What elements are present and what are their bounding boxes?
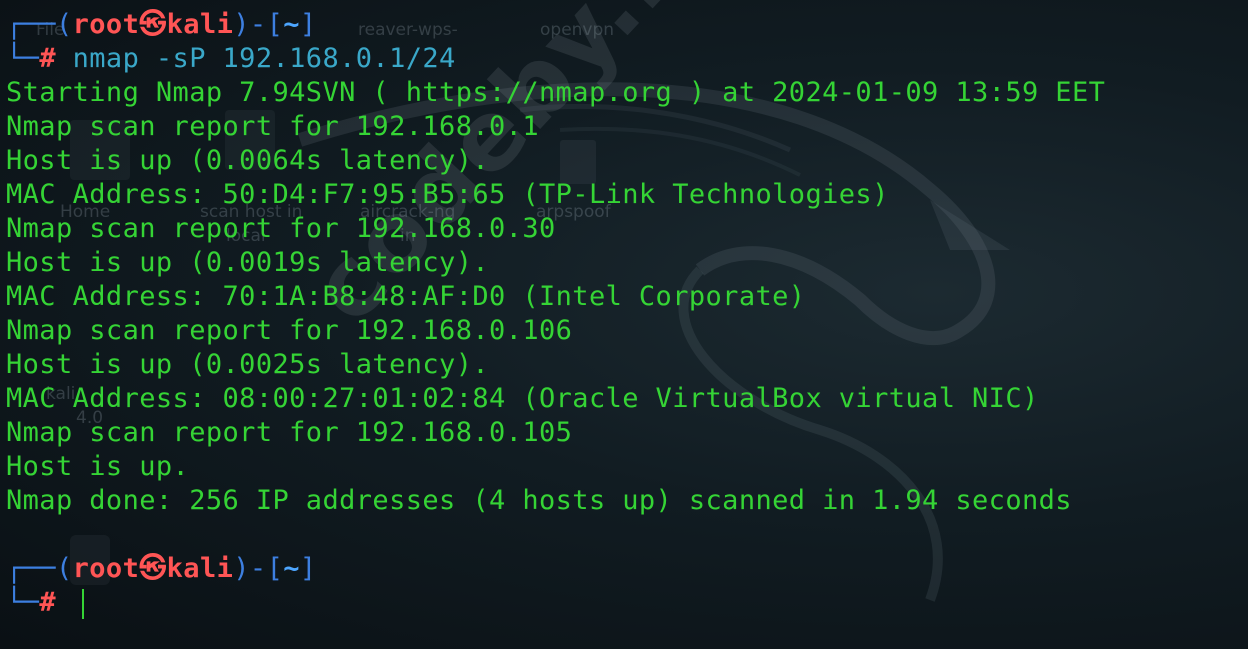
prompt-frame-top: ┌──( — [6, 9, 73, 40]
prompt-frame-end: ] — [299, 553, 317, 584]
prompt-user: root — [72, 553, 140, 584]
prompt-symbol: # — [39, 587, 56, 618]
prompt-frame-mid: )-[ — [233, 553, 284, 584]
prompt-symbol: # — [39, 43, 56, 74]
output-line: MAC Address: 08:00:27:01:02:84 (Oracle V… — [6, 383, 1039, 414]
output-line: Nmap done: 256 IP addresses (4 hosts up)… — [6, 485, 1072, 516]
output-line: Nmap scan report for 192.168.0.30 — [6, 213, 556, 244]
output-line: Host is up. — [6, 451, 190, 482]
text-cursor — [81, 588, 84, 619]
prompt-header-line: ┌──(root㉿kali)-[~] — [6, 552, 1105, 586]
prompt-frame-bottom: └─ — [6, 43, 40, 74]
prompt-directory: ~ — [283, 9, 300, 40]
output-line: Nmap scan report for 192.168.0.105 — [6, 417, 573, 448]
prompt-header-line: ┌──(root㉿kali)-[~] — [6, 8, 1105, 42]
kali-skull-icon: ㉿ — [139, 553, 167, 584]
command-text: nmap -sP 192.168.0.1/24 — [72, 43, 456, 74]
terminal-output[interactable]: ┌──(root㉿kali)-[~] └─# nmap -sP 192.168.… — [6, 8, 1105, 620]
prompt-frame-end: ] — [299, 9, 317, 40]
output-line: Host is up (0.0019s latency). — [6, 247, 490, 278]
prompt-host: kali — [166, 9, 234, 40]
output-line: Nmap scan report for 192.168.0.106 — [6, 315, 573, 346]
prompt-frame-bottom: └─ — [6, 587, 40, 618]
output-line: Nmap scan report for 192.168.0.1 — [6, 111, 539, 142]
kali-skull-icon: ㉿ — [139, 9, 167, 40]
command-input-line[interactable]: └─# — [6, 586, 1105, 620]
output-line: MAC Address: 50:D4:F7:95:B5:65 (TP-Link … — [6, 179, 889, 210]
output-line: Starting Nmap 7.94SVN ( https://nmap.org… — [6, 77, 1106, 108]
output-line: Host is up (0.0025s latency). — [6, 349, 490, 380]
command-line: └─# nmap -sP 192.168.0.1/24 — [6, 42, 1105, 76]
prompt-directory: ~ — [283, 553, 300, 584]
prompt-user: root — [72, 9, 140, 40]
prompt-host: kali — [166, 553, 234, 584]
output-line: MAC Address: 70:1A:B8:48:AF:D0 (Intel Co… — [6, 281, 806, 312]
terminal-window[interactable]: File reaver-wps- openvpn Home scan host … — [0, 0, 1248, 649]
output-line: Host is up (0.0064s latency). — [6, 145, 490, 176]
prompt-frame-top: ┌──( — [6, 553, 73, 584]
prompt-frame-mid: )-[ — [233, 9, 284, 40]
